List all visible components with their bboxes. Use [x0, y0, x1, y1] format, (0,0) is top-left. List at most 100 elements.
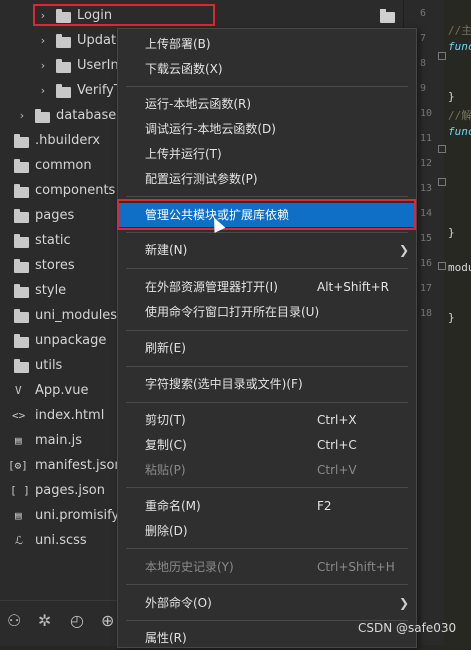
menu-item-label: 粘贴(P) [145, 463, 186, 477]
menu-separator [126, 366, 408, 367]
menu-item-shortcut: Ctrl+X [317, 413, 357, 427]
code-line: func [448, 40, 471, 53]
tree-item-label: index.html [35, 408, 105, 423]
menu-item-run-local[interactable]: 运行-本地云函数(R) [118, 92, 416, 116]
menu-item-label: 使用命令行窗口打开所在目录(U) [145, 305, 320, 319]
folder-icon [14, 134, 29, 148]
menu-item-label: 剪切(T) [145, 413, 186, 427]
menu-separator [126, 196, 408, 197]
menu-item-upload-run[interactable]: 上传并运行(T) [118, 142, 416, 166]
tree-item-label: App.vue [35, 383, 89, 398]
chevron-right-icon[interactable]: › [38, 34, 48, 47]
menu-item-open-in-explorer[interactable]: 在外部资源管理器打开(I) Alt+Shift+R [118, 275, 416, 299]
code-line: } [448, 226, 455, 239]
menu-item-debug-local[interactable]: 调试运行-本地云函数(D) [118, 117, 416, 141]
menu-item-label: 复制(C) [145, 438, 187, 452]
tree-item-label: main.js [35, 433, 82, 448]
menu-item-new[interactable]: 新建(N) ❯ [118, 238, 416, 262]
menu-item-shortcut: Ctrl+Shift+H [317, 560, 395, 574]
menu-separator [126, 232, 408, 233]
tree-item-label: style [35, 283, 67, 298]
folder-icon [14, 184, 29, 198]
menu-item-rename[interactable]: 重命名(M) F2 [118, 494, 416, 518]
menu-item-search-text[interactable]: 字符搜索(选中目录或文件)(F) [118, 372, 416, 396]
tree-item-label: UserIn [77, 58, 119, 73]
menu-item-label: 重命名(M) [145, 499, 201, 513]
menu-item-label: 运行-本地云函数(R) [145, 97, 252, 111]
tree-item-label: stores [35, 258, 75, 273]
menu-separator [126, 268, 408, 269]
menu-item-copy[interactable]: 复制(C) Ctrl+C [118, 433, 416, 457]
fold-marker-icon[interactable] [438, 145, 446, 153]
menu-item-label: 删除(D) [145, 524, 188, 538]
fold-marker-icon[interactable] [438, 52, 446, 60]
menu-item-label: 上传部署(B) [145, 37, 211, 51]
menu-item-local-history: 本地历史记录(Y) Ctrl+Shift+H [118, 555, 416, 579]
folder-icon [14, 234, 29, 248]
line-number: 13 [420, 183, 433, 194]
folder-icon [14, 334, 29, 348]
menu-item-label: 新建(N) [145, 243, 188, 257]
chevron-right-icon[interactable]: › [38, 59, 48, 72]
line-number: 16 [420, 258, 433, 269]
chevron-right-icon[interactable]: › [17, 109, 27, 122]
html-file-icon: <> [12, 409, 26, 422]
menu-item-manage-dependencies[interactable]: 管理公共模块或扩展库依赖 [118, 203, 416, 227]
menu-item-upload-deploy[interactable]: 上传部署(B) [118, 32, 416, 56]
tree-item-label: common [35, 158, 92, 173]
menu-separator [126, 487, 408, 488]
code-line: } [448, 90, 455, 103]
code-line: //主 [448, 24, 471, 37]
line-number: 14 [420, 208, 433, 219]
tree-item-label: utils [35, 358, 63, 373]
menu-item-refresh[interactable]: 刷新(E) [118, 336, 416, 360]
menu-item-shortcut: Alt+Shift+R [317, 280, 389, 294]
fold-marker-icon[interactable] [438, 262, 446, 270]
chevron-right-icon[interactable]: › [38, 84, 48, 97]
menu-item-label: 刷新(E) [145, 341, 186, 355]
tree-item-label: uni.promisify.a [35, 508, 130, 523]
menu-item-config-test-params[interactable]: 配置运行测试参数(P) [118, 167, 416, 191]
menu-item-label: 外部命令(O) [145, 596, 212, 610]
menu-item-label: 配置运行测试参数(P) [145, 172, 258, 186]
tree-item-label: .hbuilderx [35, 133, 101, 148]
menu-item-label: 调试运行-本地云函数(D) [145, 122, 276, 136]
history-icon[interactable]: ◴ [70, 611, 84, 630]
tree-item-label: pages.json [35, 483, 105, 498]
chevron-right-icon: ❯ [399, 596, 410, 610]
code-line: //解 [448, 109, 471, 122]
line-number: 17 [420, 283, 433, 294]
tree-item-label: pages [35, 208, 75, 223]
menu-item-cut[interactable]: 剪切(T) Ctrl+X [118, 408, 416, 432]
folder-icon [14, 159, 29, 173]
plugin-icon[interactable]: ⚇ [7, 611, 21, 630]
bottom-toolbar: ⚇ ✲ ◴ ⊕ [0, 600, 120, 646]
line-number: 10 [420, 108, 433, 119]
globe-icon[interactable]: ⊕ [101, 611, 114, 630]
fold-marker-icon[interactable] [438, 178, 446, 186]
folder-icon [14, 209, 29, 223]
folder-icon [56, 34, 71, 48]
bug-icon[interactable]: ✲ [38, 611, 51, 630]
menu-item-label: 在外部资源管理器打开(I) [145, 280, 278, 294]
code-line: func [448, 125, 471, 138]
menu-item-open-in-terminal[interactable]: 使用命令行窗口打开所在目录(U) [118, 300, 416, 324]
watermark: CSDN @safe030 [358, 621, 457, 635]
folder-icon [56, 59, 71, 73]
menu-item-external-commands[interactable]: 外部命令(O) ❯ [118, 591, 416, 615]
menu-item-download-cloud-function[interactable]: 下载云函数(X) [118, 57, 416, 81]
menu-item-label: 本地历史记录(Y) [145, 560, 234, 574]
tree-item-label: database [56, 108, 117, 123]
folder-icon [14, 284, 29, 298]
menu-item-delete[interactable]: 删除(D) [118, 519, 416, 543]
json-file-icon: [ ] [10, 484, 30, 497]
js-file-icon: ▤ [15, 434, 22, 447]
menu-separator [126, 584, 408, 585]
menu-item-paste: 粘贴(P) Ctrl+V [118, 458, 416, 482]
line-number: 18 [420, 308, 433, 319]
menu-item-label: 下载云函数(X) [145, 62, 223, 76]
line-number: 12 [420, 158, 433, 169]
folder-icon [35, 109, 50, 123]
folder-icon [14, 259, 29, 273]
line-number: 9 [420, 83, 427, 94]
